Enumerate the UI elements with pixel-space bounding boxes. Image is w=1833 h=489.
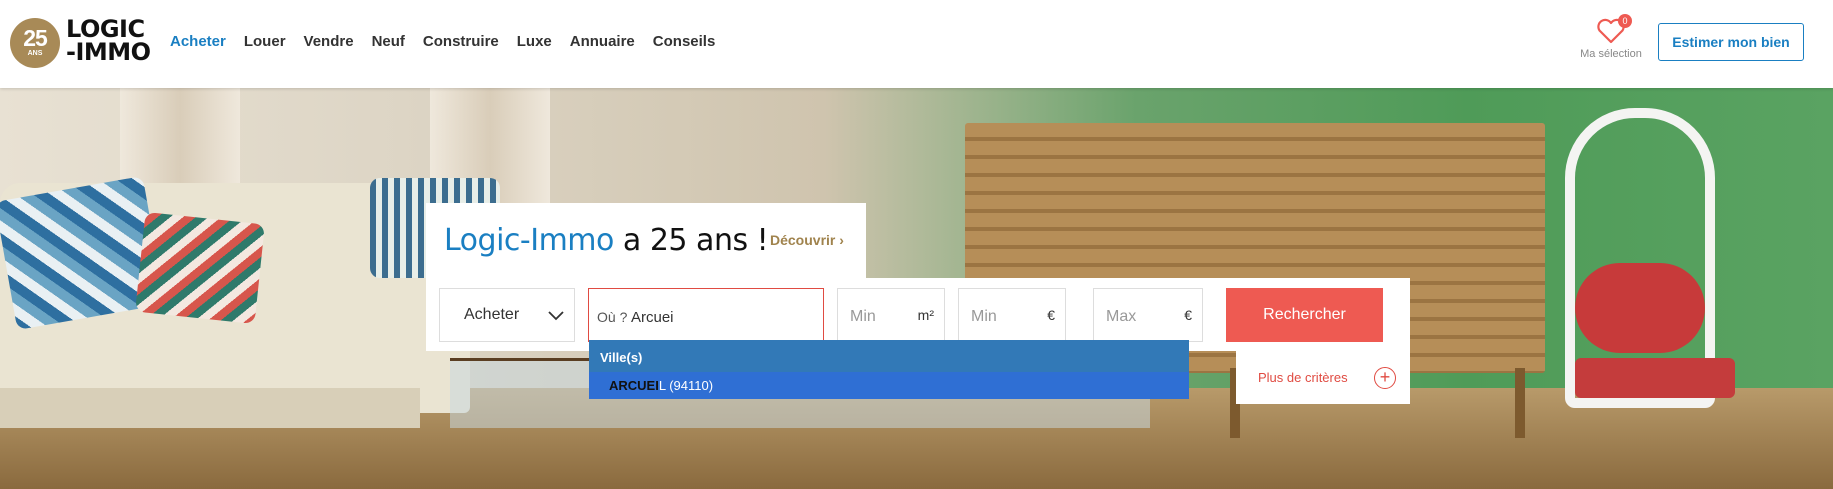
selection-label: Ma sélection	[1580, 48, 1642, 60]
chevron-right-icon: ›	[839, 232, 844, 248]
location-label: Où ?	[597, 309, 628, 325]
price-min-input[interactable]	[971, 303, 1031, 331]
price-max-input[interactable]	[1106, 303, 1166, 331]
promo-title: Logic-Immo a 25 ans !	[444, 223, 769, 258]
logo-wordmark: LOGIC -IMMO	[66, 15, 151, 66]
more-criteria-label: Plus de critères	[1258, 370, 1348, 385]
surface-min-input[interactable]	[850, 303, 910, 331]
nav-item-acheter[interactable]: Acheter	[170, 33, 226, 50]
location-input[interactable]	[631, 303, 811, 331]
dresser-leg	[1515, 368, 1525, 438]
estimate-button[interactable]: Estimer mon bien	[1658, 23, 1804, 61]
transaction-select[interactable]: Acheter	[439, 288, 575, 342]
autocomplete-group-header: Ville(s)	[589, 340, 1189, 372]
nav-item-luxe[interactable]: Luxe	[517, 33, 552, 50]
anniversary-badge: 25 ANS	[10, 18, 60, 68]
pillow	[135, 212, 265, 324]
price-max-field[interactable]: €	[1093, 288, 1203, 342]
price-min-field[interactable]: €	[958, 288, 1066, 342]
location-field[interactable]: Où ?	[588, 288, 824, 342]
chair-seat-cushion	[1575, 358, 1735, 398]
chevron-down-icon	[548, 311, 564, 321]
chair-back-cushion	[1575, 263, 1705, 353]
nav-item-construire[interactable]: Construire	[423, 33, 499, 50]
sofa-base	[0, 388, 420, 428]
discover-link[interactable]: Découvrir ›	[770, 232, 844, 248]
plus-circle-icon: +	[1374, 367, 1396, 389]
selection-count-badge: 0	[1618, 14, 1632, 28]
nav-item-louer[interactable]: Louer	[244, 33, 286, 50]
surface-min-field[interactable]: m²	[837, 288, 945, 342]
more-criteria[interactable]: Plus de critères +	[1236, 350, 1410, 404]
site-header: 25 ANS LOGIC -IMMO Acheter Louer Vendre …	[0, 0, 1833, 88]
currency-unit: €	[1047, 307, 1055, 323]
search-button[interactable]: Rechercher	[1226, 288, 1383, 342]
nav-item-annuaire[interactable]: Annuaire	[570, 33, 635, 50]
surface-unit: m²	[917, 307, 934, 323]
anniversary-promo: Logic-Immo a 25 ans ! Découvrir ›	[426, 203, 866, 279]
autocomplete-dropdown: Ville(s) ARCUEIL (94110)	[589, 340, 1189, 399]
nav-item-conseils[interactable]: Conseils	[653, 33, 716, 50]
nav-item-vendre[interactable]: Vendre	[304, 33, 354, 50]
autocomplete-item[interactable]: ARCUEIL (94110)	[589, 372, 1189, 399]
main-nav: Acheter Louer Vendre Neuf Construire Lux…	[170, 33, 715, 50]
my-selection[interactable]: 0 Ma sélection	[1576, 14, 1646, 68]
currency-unit: €	[1184, 307, 1192, 323]
nav-item-neuf[interactable]: Neuf	[372, 33, 405, 50]
logo[interactable]: 25 ANS LOGIC -IMMO	[10, 15, 160, 70]
